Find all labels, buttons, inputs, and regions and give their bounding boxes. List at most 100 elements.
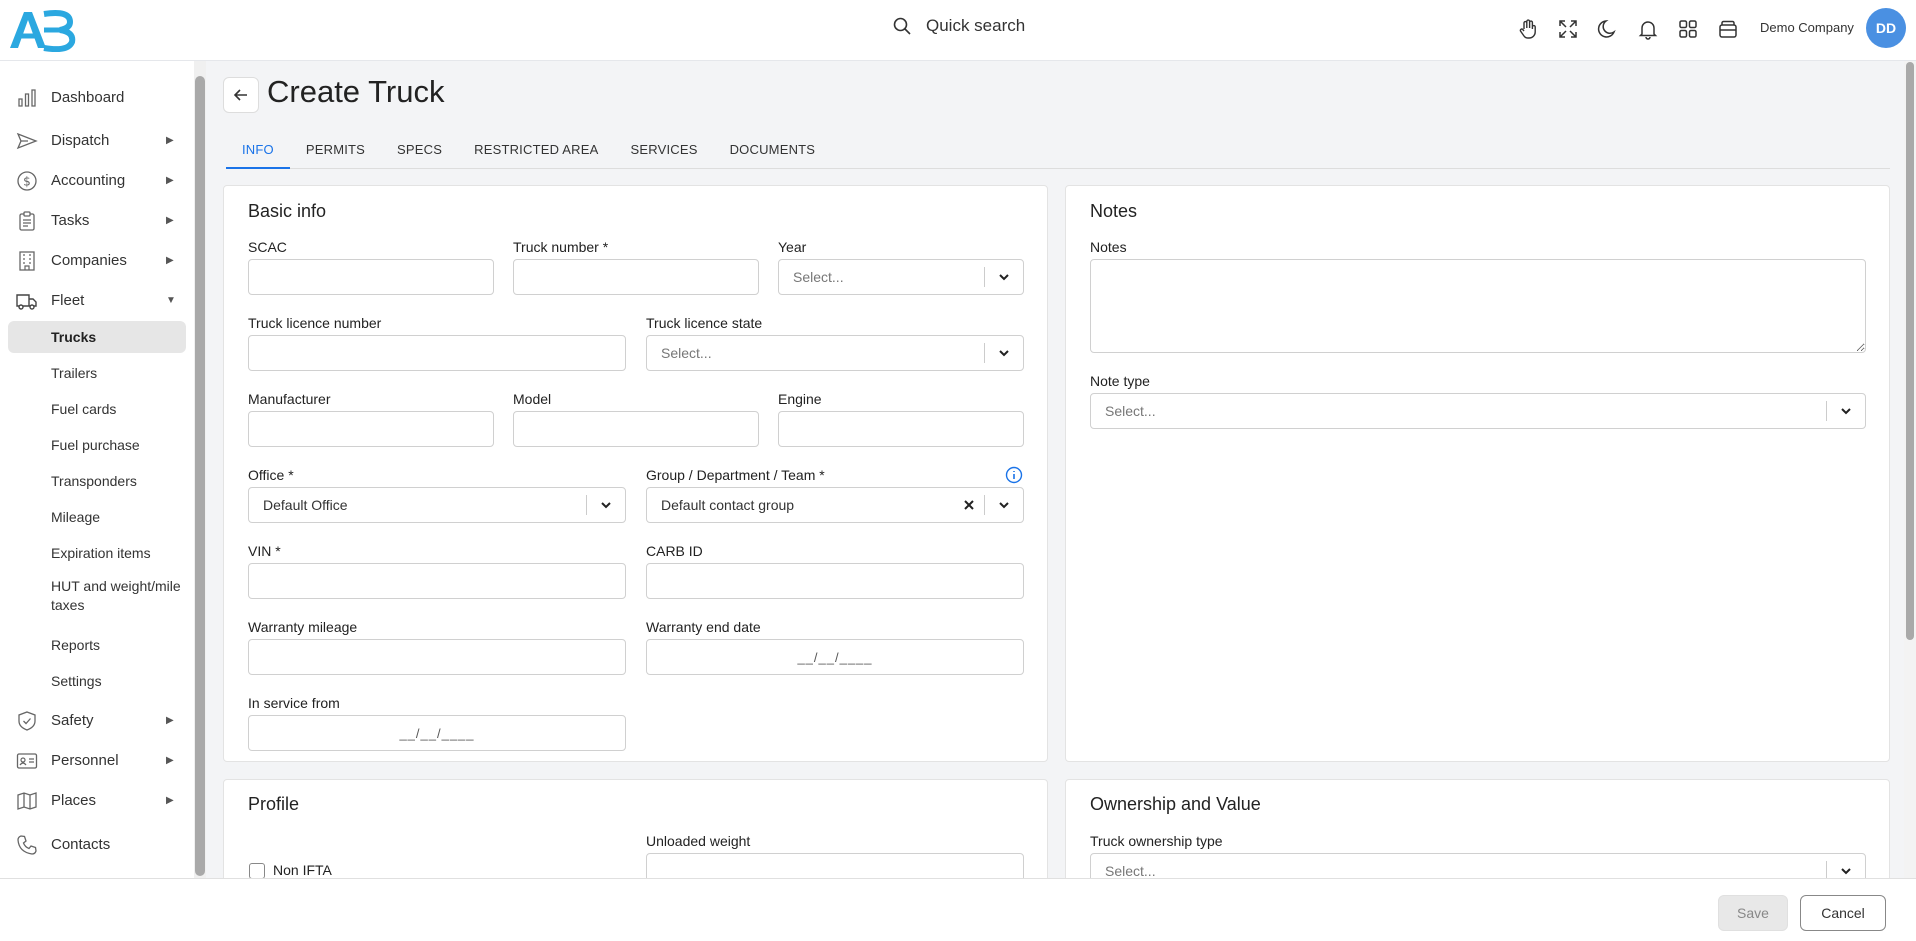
sidebar-sub-label: Mileage [51,508,101,525]
sidebar-sub-label: Transponders [51,472,137,489]
sidebar-item-dashboard[interactable]: Dashboard [0,79,194,115]
sidebar-sub-label: Reports [51,636,101,653]
tab-permits[interactable]: PERMITS [290,136,381,169]
note-type-select[interactable]: Select... [1090,393,1866,429]
chevron-down-icon [985,346,1023,360]
sidebar-item-label: Contacts [51,835,111,853]
sidebar-item-label: Places [51,791,97,809]
licence-number-input[interactable] [248,335,626,371]
sidebar-sub-label: Fuel purchase [51,436,140,453]
sidebar-sub-trucks[interactable]: Trucks [8,321,186,353]
collapse-arrow-icon: ▼ [166,294,176,306]
group-label: Group / Department / Team * [646,467,825,483]
sidebar-item-contacts[interactable]: Contacts [0,826,194,862]
send-icon [16,132,38,150]
main-scrollbar-thumb[interactable] [1906,62,1914,640]
scac-label: SCAC [248,239,287,255]
sidebar-sub-label: HUT and weight/mile taxes [51,578,181,613]
user-avatar[interactable]: DD [1866,8,1906,48]
carb-id-input[interactable] [646,563,1024,599]
ownership-title: Ownership and Value [1090,794,1261,814]
group-select[interactable]: Default contact group [646,487,1024,523]
page-title: Create Truck [267,74,445,109]
notes-label: Notes [1090,239,1127,255]
tab-info[interactable]: INFO [226,136,290,169]
hand-icon[interactable] [1514,15,1542,43]
app-logo[interactable] [8,8,78,52]
sidebar-sub-hut-taxes[interactable]: HUT and weight/mile taxes [8,575,186,617]
apps-grid-icon[interactable] [1674,15,1702,43]
bell-icon[interactable] [1634,15,1662,43]
vin-input[interactable] [248,563,626,599]
notes-textarea[interactable] [1090,259,1866,353]
year-select[interactable]: Select... [778,259,1024,295]
chevron-down-icon [985,498,1023,512]
quick-search[interactable]: Quick search [892,16,1025,36]
company-name[interactable]: Demo Company [1760,20,1854,35]
sidebar-sub-label: Fuel cards [51,400,117,417]
warranty-end-label: Warranty end date [646,619,761,635]
in-service-date-input[interactable]: __/__/____ [248,715,626,751]
licence-state-select[interactable]: Select... [646,335,1024,371]
sidebar-sub-fuel-cards[interactable]: Fuel cards [8,393,186,425]
tab-restricted-area[interactable]: RESTRICTED AREA [458,136,614,169]
sidebar-item-tasks[interactable]: Tasks ▶ [0,202,194,238]
ownership-type-placeholder: Select... [1105,863,1156,879]
cancel-button[interactable]: Cancel [1800,895,1886,931]
sidebar-sub-transponders[interactable]: Transponders [8,465,186,497]
truck-icon [16,294,37,310]
warranty-mileage-input[interactable] [248,639,626,675]
sidebar-item-accounting[interactable]: $ Accounting ▶ [0,162,194,198]
truck-number-input[interactable] [513,259,759,295]
scac-input[interactable] [248,259,494,295]
sidebar-sub-trailers[interactable]: Trailers [8,357,186,389]
save-button[interactable]: Save [1718,895,1788,931]
tab-documents[interactable]: DOCUMENTS [714,136,832,169]
licence-number-label: Truck licence number [248,315,382,331]
warranty-end-date-input[interactable]: __/__/____ [646,639,1024,675]
sidebar-item-label: Dashboard [51,88,125,106]
manufacturer-input[interactable] [248,411,494,447]
sidebar-item-label: Companies [51,251,127,269]
engine-input[interactable] [778,411,1024,447]
model-input[interactable] [513,411,759,447]
sidebar-sub-expiration-items[interactable]: Expiration items [8,537,186,569]
dollar-icon: $ [17,171,37,191]
clipboard-icon [19,211,35,231]
info-icon[interactable] [1005,466,1023,484]
chevron-down-icon [587,498,625,512]
expand-arrow-icon: ▶ [166,714,174,726]
date-mask: __/__/____ [399,725,475,741]
sidebar-item-dispatch[interactable]: Dispatch ▶ [0,122,194,158]
sidebar-item-companies[interactable]: Companies ▶ [0,242,194,278]
wallet-icon[interactable] [1714,15,1742,43]
group-value: Default contact group [661,497,795,513]
date-mask: __/__/____ [797,649,873,665]
non-ifta-checkbox[interactable] [249,863,265,879]
shield-icon [18,711,36,731]
moon-icon[interactable] [1594,15,1622,43]
vin-label: VIN * [248,543,281,559]
sidebar-sub-fuel-purchase[interactable]: Fuel purchase [8,429,186,461]
sidebar-item-fleet[interactable]: Fleet ▼ [0,282,194,318]
clear-icon[interactable] [954,499,984,511]
sidebar-sub-reports[interactable]: Reports [8,629,186,661]
sidebar-sub-settings[interactable]: Settings [8,665,186,697]
sidebar-scrollbar-thumb[interactable] [195,76,205,876]
expand-arrow-icon: ▶ [166,174,174,186]
model-label: Model [513,391,552,407]
office-select[interactable]: Default Office [248,487,626,523]
sidebar-sub-mileage[interactable]: Mileage [8,501,186,533]
sidebar-item-places[interactable]: Places ▶ [0,782,194,818]
licence-state-placeholder: Select... [661,345,712,361]
sidebar-item-safety[interactable]: Safety ▶ [0,702,194,738]
sidebar-item-personnel[interactable]: Personnel ▶ [0,742,194,778]
tab-services[interactable]: SERVICES [614,136,713,169]
truck-number-label: Truck number * [513,239,609,255]
engine-label: Engine [778,391,822,407]
note-type-placeholder: Select... [1105,403,1156,419]
tab-specs[interactable]: SPECS [381,136,458,169]
sidebar-item-label: Fleet [51,291,85,309]
fullscreen-icon[interactable] [1554,15,1582,43]
back-button[interactable] [223,77,259,113]
